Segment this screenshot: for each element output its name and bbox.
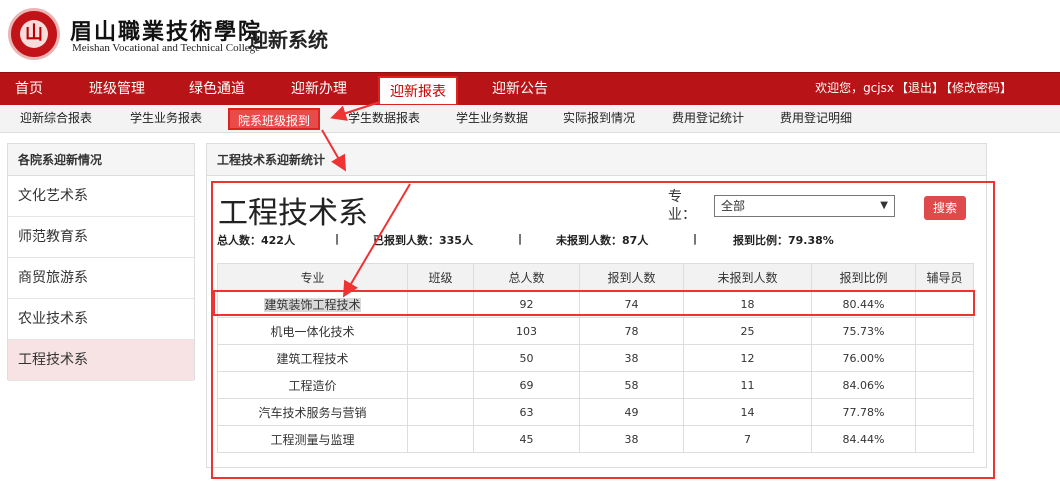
cell-total: 63: [473, 398, 580, 426]
change-password-link[interactable]: 【修改密码】: [946, 81, 1012, 95]
cell-arrived: 38: [579, 425, 684, 453]
cell-major: 建筑工程技术: [217, 344, 408, 372]
nav-welcome-report[interactable]: 迎新报表: [378, 76, 458, 106]
table-row: 建筑工程技术 50 38 12 76.00%: [217, 344, 974, 372]
cell-total: 50: [473, 344, 580, 372]
col-arrived: 报到人数: [579, 263, 684, 291]
user-bar: 欢迎您，gcjsx 【退出】 【修改密码】: [813, 73, 1012, 106]
table-row: 工程测量与监理 45 38 7 84.44%: [217, 425, 974, 453]
annotation-frame-row: [213, 290, 975, 316]
nav-home[interactable]: 首页: [0, 73, 58, 106]
sub-nav: 迎新综合报表 学生业务报表 院系班级报到 学生数据报表 学生业务数据 实际报到情…: [0, 105, 1060, 133]
cell-total: 69: [473, 371, 580, 399]
cell-not-arrived: 11: [683, 371, 812, 399]
user-greeting: 欢迎您，gcjsx: [815, 81, 894, 95]
cell-arrived: 49: [579, 398, 684, 426]
cell-ratio: 75.73%: [811, 317, 916, 345]
cell-major: 工程测量与监理: [217, 425, 408, 453]
cell-not-arrived: 14: [683, 398, 812, 426]
cell-ratio: 77.78%: [811, 398, 916, 426]
table-row: 汽车技术服务与营销 63 49 14 77.78%: [217, 398, 974, 426]
stat-not-arrived: 未报到人数：87人: [556, 234, 649, 247]
sidebar-title: 各院系迎新情况: [8, 144, 194, 176]
sidebar-item-agriculture[interactable]: 农业技术系: [8, 299, 194, 340]
sidebar-item-engineering[interactable]: 工程技术系: [8, 340, 194, 381]
subnav-student-business-data[interactable]: 学生业务数据: [456, 105, 528, 133]
stat-sep-2: |: [518, 232, 523, 245]
col-counselor: 辅导员: [915, 263, 974, 291]
cell-arrived: 78: [579, 317, 684, 345]
col-major: 专业: [217, 263, 408, 291]
cell-major: 汽车技术服务与营销: [217, 398, 408, 426]
cell-major: 工程造价: [217, 371, 408, 399]
stat-sep-1: |: [335, 232, 340, 245]
nav-green-channel[interactable]: 绿色通道: [180, 73, 254, 106]
cell-arrived: 38: [579, 344, 684, 372]
cell-counselor: [915, 317, 974, 345]
cell-counselor: [915, 398, 974, 426]
sidebar-item-teacher-ed[interactable]: 师范教育系: [8, 217, 194, 258]
main-nav: 首页 班级管理 绿色通道 迎新办理 迎新报表 迎新公告 欢迎您，gcjsx 【退出…: [0, 72, 1060, 106]
cell-ratio: 76.00%: [811, 344, 916, 372]
sidebar-item-art[interactable]: 文化艺术系: [8, 176, 194, 217]
school-name-en: Meishan Vocational and Technical College: [72, 42, 261, 54]
cell-ratio: 84.44%: [811, 425, 916, 453]
cell-ratio: 84.06%: [811, 371, 916, 399]
col-class: 班级: [407, 263, 474, 291]
cell-class: [407, 344, 474, 372]
dept-sidebar: 各院系迎新情况 文化艺术系 师范教育系 商贸旅游系 农业技术系 工程技术系: [7, 143, 195, 381]
cell-counselor: [915, 425, 974, 453]
table-row: 机电一体化技术 103 78 25 75.73%: [217, 317, 974, 345]
header: 山 眉山職業技術學院 Meishan Vocational and Techni…: [0, 0, 1060, 72]
major-select-value: 全部: [721, 199, 746, 213]
cell-class: [407, 425, 474, 453]
main-title: 工程技术系迎新统计: [207, 144, 986, 176]
subnav-actual-checkin[interactable]: 实际报到情况: [563, 105, 635, 133]
cell-not-arrived: 25: [683, 317, 812, 345]
col-ratio: 报到比例: [811, 263, 916, 291]
search-button[interactable]: 搜索: [924, 196, 966, 220]
subnav-student-data-report[interactable]: 学生数据报表: [348, 105, 420, 133]
stat-sep-3: |: [693, 232, 698, 245]
chevron-down-icon: ▼: [880, 200, 888, 211]
sidebar-item-commerce[interactable]: 商贸旅游系: [8, 258, 194, 299]
school-logo: 山: [8, 8, 60, 60]
major-filter-label: 专业：: [668, 189, 696, 223]
subnav-fee-statistics[interactable]: 费用登记统计: [672, 105, 744, 133]
table-header-row: 专业 班级 总人数 报到人数 未报到人数 报到比例 辅导员: [217, 263, 974, 291]
dept-heading: 工程技术系: [218, 196, 368, 231]
nav-welcome-notice[interactable]: 迎新公告: [483, 73, 557, 106]
table-row: 工程造价 69 58 11 84.06%: [217, 371, 974, 399]
major-select[interactable]: 全部 ▼: [714, 195, 895, 217]
cell-total: 103: [473, 317, 580, 345]
cell-class: [407, 398, 474, 426]
cell-arrived: 58: [579, 371, 684, 399]
system-name: 迎新系统: [248, 28, 328, 52]
stat-total: 总人数：422人: [217, 234, 295, 247]
cell-major: 机电一体化技术: [217, 317, 408, 345]
stat-ratio: 报到比例：79.38%: [733, 234, 834, 247]
subnav-dept-class-checkin[interactable]: 院系班级报到: [228, 108, 321, 130]
col-total: 总人数: [473, 263, 580, 291]
cell-not-arrived: 12: [683, 344, 812, 372]
subnav-summary-report[interactable]: 迎新综合报表: [20, 105, 92, 133]
subnav-student-business-report[interactable]: 学生业务报表: [130, 105, 202, 133]
cell-total: 45: [473, 425, 580, 453]
nav-class-manage[interactable]: 班级管理: [80, 73, 154, 106]
cell-class: [407, 371, 474, 399]
stat-arrived: 已报到人数：335人: [373, 234, 473, 247]
cell-counselor: [915, 344, 974, 372]
cell-class: [407, 317, 474, 345]
cell-not-arrived: 7: [683, 425, 812, 453]
col-not-arrived: 未报到人数: [683, 263, 812, 291]
nav-welcome-handle[interactable]: 迎新办理: [282, 73, 356, 106]
cell-counselor: [915, 371, 974, 399]
subnav-fee-detail[interactable]: 费用登记明细: [780, 105, 852, 133]
logout-link[interactable]: 【退出】: [896, 81, 944, 95]
